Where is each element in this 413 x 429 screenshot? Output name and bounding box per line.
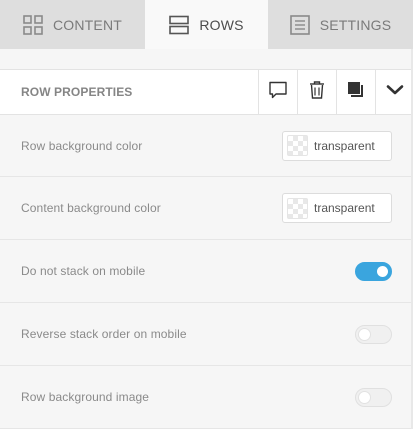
- toggle-knob: [359, 328, 370, 340]
- reverse-stack-label: Reverse stack order on mobile: [21, 327, 187, 341]
- content-background-color-picker[interactable]: transparent: [282, 193, 392, 223]
- color-value: transparent: [314, 138, 375, 153]
- property-row: Reverse stack order on mobile: [0, 303, 413, 366]
- row-background-color-picker[interactable]: transparent: [282, 130, 392, 161]
- comment-icon: [268, 80, 288, 105]
- comment-button[interactable]: [258, 70, 297, 114]
- property-row: Row background color transparent: [0, 115, 413, 177]
- rows-icon: [169, 15, 190, 35]
- chevron-down-icon: [386, 83, 404, 101]
- delete-button[interactable]: [297, 70, 336, 114]
- collapse-button[interactable]: [375, 70, 413, 114]
- do-not-stack-label: Do not stack on mobile: [21, 264, 146, 278]
- row-properties-header: ROW PROPERTIES: [0, 69, 413, 115]
- panel-title: ROW PROPERTIES: [21, 85, 133, 99]
- settings-list-icon: [289, 14, 310, 35]
- row-background-image-toggle[interactable]: [355, 387, 392, 407]
- property-list: Row background color transparent Content…: [0, 115, 413, 429]
- property-row: Row background image: [0, 366, 413, 429]
- content-background-color-label: Content background color: [21, 201, 161, 215]
- toggle-knob: [377, 265, 388, 277]
- tab-settings[interactable]: SETTINGS: [268, 0, 413, 49]
- trash-icon: [308, 80, 326, 105]
- tab-rows-label: ROWS: [199, 17, 244, 33]
- row-properties-panel: CONTENT ROWS SETTINGS ROW PROPERTIES Row…: [0, 0, 413, 429]
- transparent-swatch: [287, 135, 308, 156]
- reverse-stack-toggle[interactable]: [355, 324, 392, 344]
- property-row: Content background color transparent: [0, 177, 413, 240]
- duplicate-icon: [347, 81, 365, 104]
- duplicate-button[interactable]: [336, 70, 375, 114]
- grid-icon: [23, 14, 43, 35]
- property-row: Do not stack on mobile: [0, 240, 413, 303]
- tab-bar: CONTENT ROWS SETTINGS: [0, 0, 413, 50]
- color-value: transparent: [314, 201, 375, 215]
- tab-settings-label: SETTINGS: [319, 16, 392, 33]
- do-not-stack-toggle[interactable]: [355, 261, 392, 281]
- tab-content[interactable]: CONTENT: [0, 0, 145, 49]
- transparent-swatch: [287, 197, 308, 219]
- toggle-knob: [359, 391, 370, 403]
- row-background-image-label: Row background image: [21, 390, 150, 404]
- tab-rows[interactable]: ROWS: [145, 0, 268, 50]
- row-background-color-label: Row background color: [21, 138, 143, 153]
- spacer: [0, 49, 413, 69]
- tab-content-label: CONTENT: [52, 16, 123, 33]
